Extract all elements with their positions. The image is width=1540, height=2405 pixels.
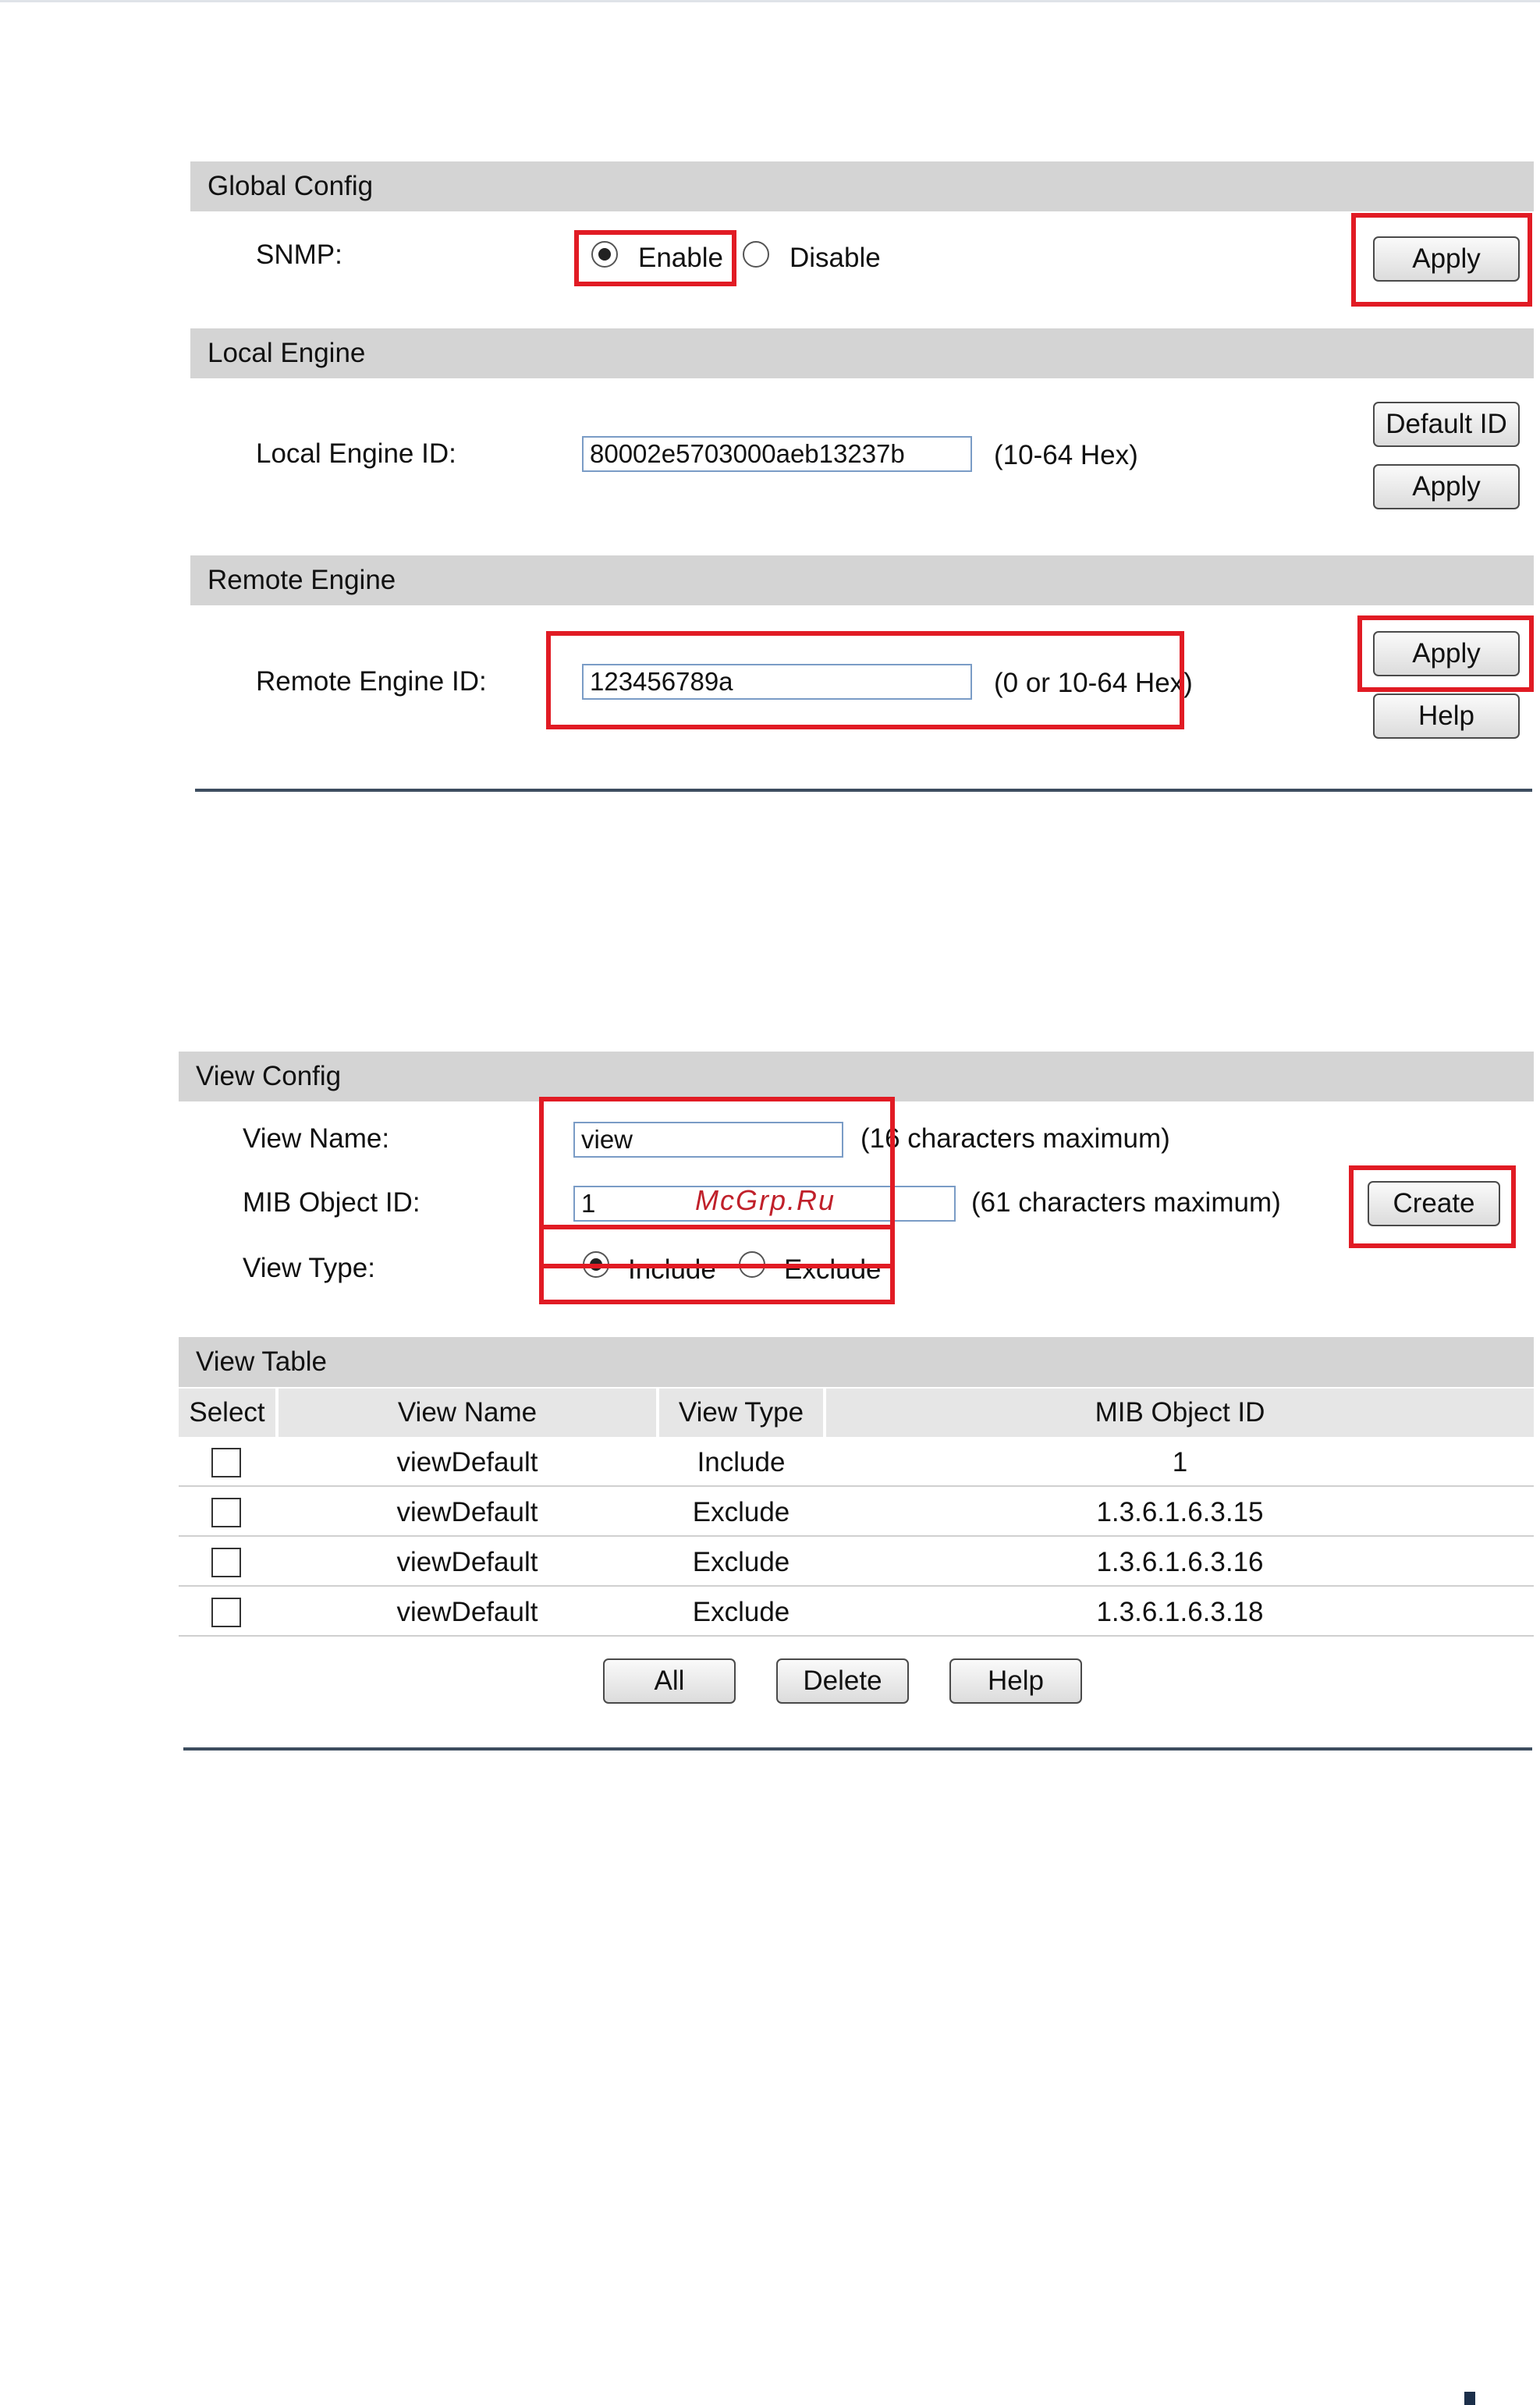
view-table-header: View Table bbox=[179, 1337, 1534, 1387]
view-config-header: View Config bbox=[179, 1052, 1534, 1101]
section-divider bbox=[183, 1747, 1532, 1751]
local-engine-id-input[interactable] bbox=[582, 436, 972, 472]
cell-view-name: viewDefault bbox=[396, 1597, 538, 1627]
global-apply-button[interactable]: Apply bbox=[1373, 236, 1520, 282]
cell-view-name: viewDefault bbox=[396, 1547, 538, 1577]
cell-view-name: viewDefault bbox=[396, 1447, 538, 1477]
view-type-include-radio[interactable] bbox=[583, 1251, 609, 1278]
snmp-view-panel: View Config View Name: (16 characters ma… bbox=[179, 1052, 1534, 1754]
snmp-enable-label[interactable]: Enable bbox=[638, 243, 723, 274]
column-header-view-name: View Name bbox=[279, 1389, 656, 1437]
view-type-exclude-radio[interactable] bbox=[739, 1251, 765, 1278]
default-id-button[interactable]: Default ID bbox=[1373, 402, 1520, 447]
cell-view-type: Exclude bbox=[692, 1597, 790, 1627]
select-all-button[interactable]: All bbox=[603, 1658, 736, 1704]
table-row: viewDefault Exclude 1.3.6.1.6.3.18 bbox=[179, 1588, 1534, 1637]
table-row: viewDefault Include 1 bbox=[179, 1438, 1534, 1487]
cell-view-type: Include bbox=[697, 1447, 786, 1477]
cell-mib-object-id: 1 bbox=[1172, 1447, 1188, 1477]
watermark: McGrp.Ru bbox=[695, 1184, 836, 1216]
snmp-enable-radio[interactable] bbox=[591, 241, 618, 268]
snmp-label: SNMP: bbox=[256, 239, 342, 270]
snmp-disable-label[interactable]: Disable bbox=[790, 243, 881, 274]
view-type-label: View Type: bbox=[243, 1253, 375, 1283]
cell-view-type: Exclude bbox=[692, 1497, 790, 1527]
row-select-checkbox[interactable] bbox=[211, 1448, 241, 1477]
snmp-disable-radio[interactable] bbox=[743, 241, 769, 268]
mib-object-id-label: MIB Object ID: bbox=[243, 1187, 420, 1218]
global-config-header: Global Config bbox=[190, 161, 1534, 211]
remote-engine-id-hint: (0 or 10-64 Hex) bbox=[994, 668, 1193, 698]
table-help-button[interactable]: Help bbox=[949, 1658, 1082, 1704]
row-select-checkbox[interactable] bbox=[211, 1548, 241, 1577]
snmp-config-panel: Global Config SNMP: Enable Disable Apply… bbox=[190, 161, 1534, 801]
create-button[interactable]: Create bbox=[1368, 1181, 1500, 1226]
remote-engine-header: Remote Engine bbox=[190, 555, 1534, 605]
cell-mib-object-id: 1.3.6.1.6.3.15 bbox=[1096, 1497, 1264, 1527]
cell-view-name: viewDefault bbox=[396, 1497, 538, 1527]
section-divider bbox=[195, 789, 1532, 792]
column-header-select: Select bbox=[179, 1389, 275, 1437]
row-select-checkbox[interactable] bbox=[211, 1498, 241, 1527]
page-corner-mark bbox=[1464, 2392, 1475, 2405]
view-name-label: View Name: bbox=[243, 1123, 390, 1154]
column-header-view-type: View Type bbox=[659, 1389, 823, 1437]
mib-object-id-hint: (61 characters maximum) bbox=[971, 1187, 1281, 1218]
view-type-exclude-label[interactable]: Exclude bbox=[784, 1254, 882, 1286]
cell-mib-object-id: 1.3.6.1.6.3.18 bbox=[1096, 1597, 1264, 1627]
top-rule bbox=[0, 0, 1540, 2]
row-select-checkbox[interactable] bbox=[211, 1598, 241, 1627]
local-engine-id-label: Local Engine ID: bbox=[256, 438, 456, 469]
view-type-include-label[interactable]: Include bbox=[628, 1254, 716, 1286]
view-name-input[interactable] bbox=[573, 1122, 843, 1158]
table-row: viewDefault Exclude 1.3.6.1.6.3.16 bbox=[179, 1538, 1534, 1587]
local-apply-button[interactable]: Apply bbox=[1373, 464, 1520, 509]
local-engine-header: Local Engine bbox=[190, 328, 1534, 378]
column-header-mib-object-id: MIB Object ID bbox=[826, 1389, 1534, 1437]
delete-button[interactable]: Delete bbox=[776, 1658, 909, 1704]
view-name-hint: (16 characters maximum) bbox=[860, 1123, 1170, 1154]
table-row: viewDefault Exclude 1.3.6.1.6.3.15 bbox=[179, 1488, 1534, 1537]
local-engine-id-hint: (10-64 Hex) bbox=[994, 440, 1138, 470]
remote-help-button[interactable]: Help bbox=[1373, 693, 1520, 739]
cell-view-type: Exclude bbox=[692, 1547, 790, 1577]
remote-apply-button[interactable]: Apply bbox=[1373, 631, 1520, 676]
remote-engine-id-label: Remote Engine ID: bbox=[256, 666, 487, 697]
remote-engine-id-input[interactable] bbox=[582, 664, 972, 700]
cell-mib-object-id: 1.3.6.1.6.3.16 bbox=[1096, 1547, 1264, 1577]
